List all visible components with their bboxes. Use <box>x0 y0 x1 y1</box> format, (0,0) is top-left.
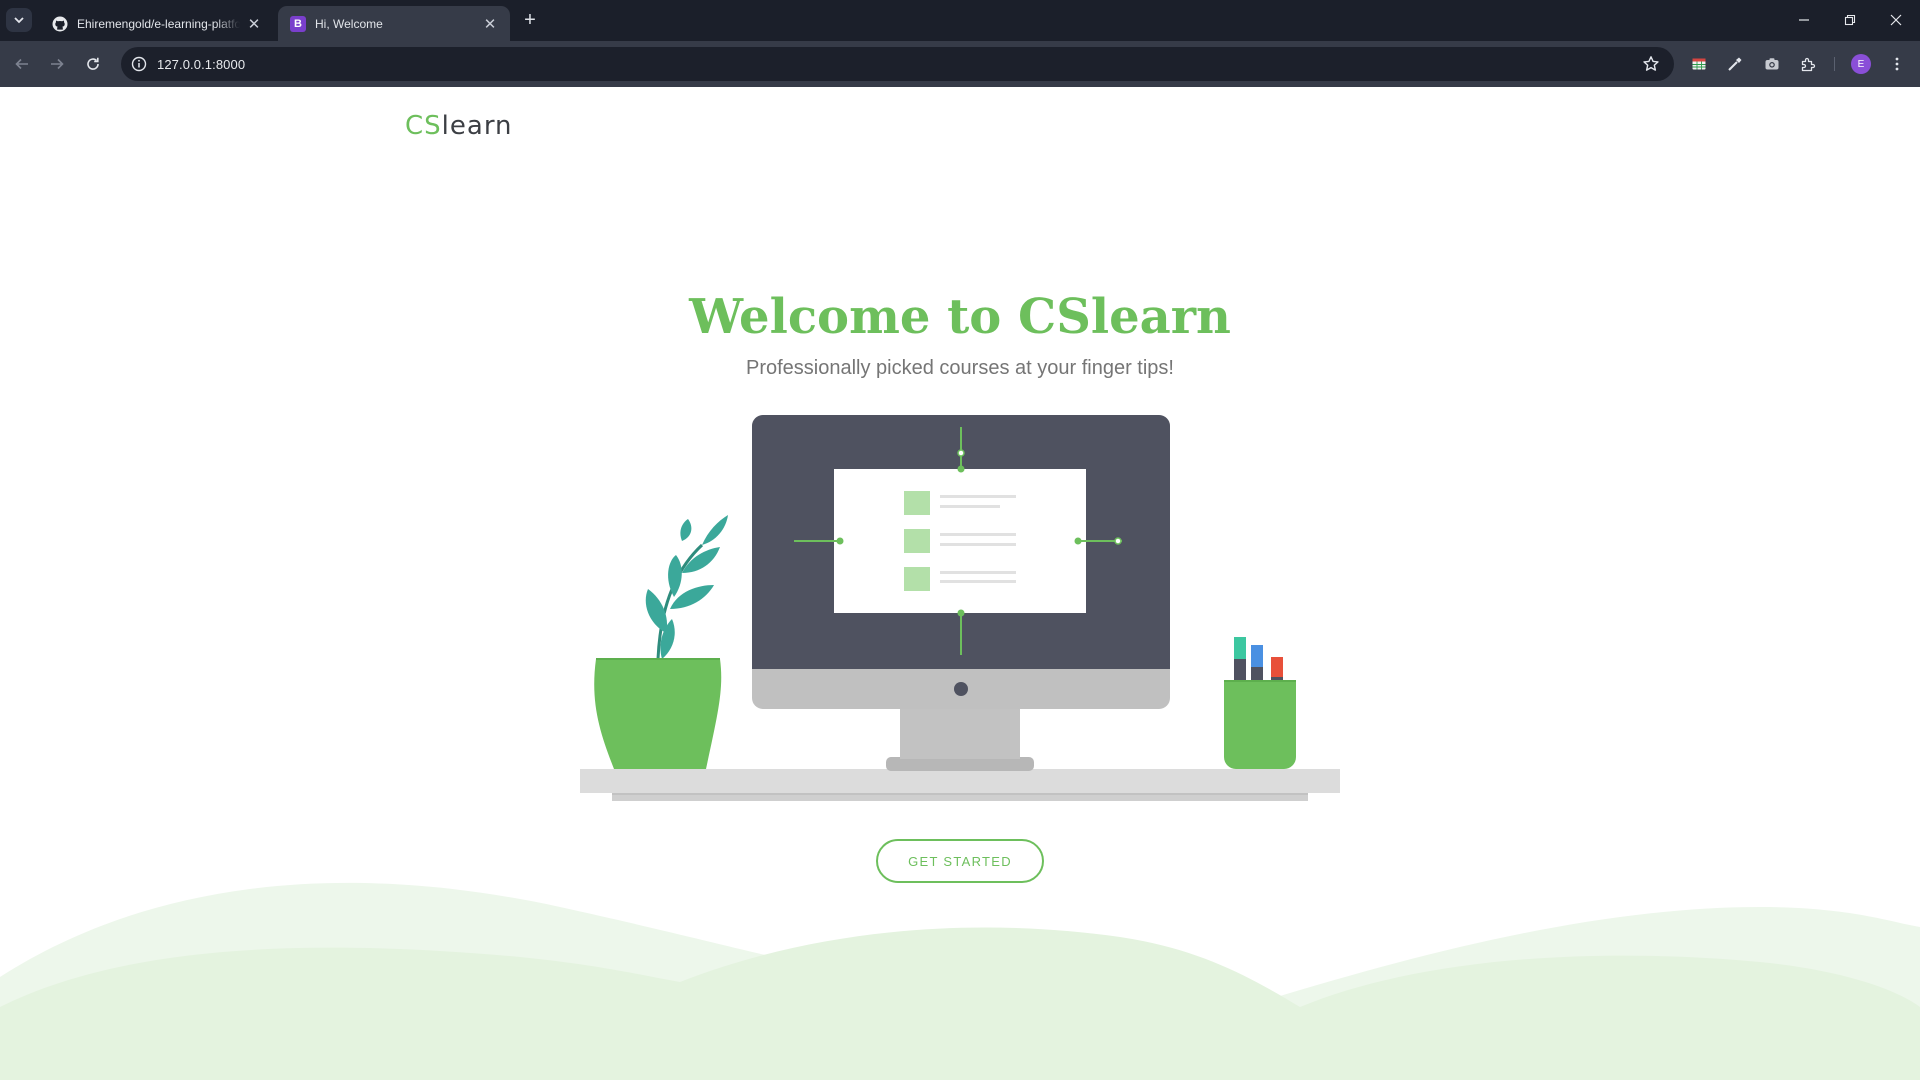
monitor-base <box>886 757 1034 771</box>
monitor-camera <box>954 682 968 696</box>
tab-github[interactable]: Ehiremengold/e-learning-platform ✕ <box>40 6 274 41</box>
profile-avatar[interactable]: E <box>1851 54 1871 74</box>
monitor-neck <box>900 707 1020 759</box>
camera-icon <box>1765 58 1779 70</box>
page-content: CSlearn Welcome to CSlearn Professionall… <box>0 87 1920 1080</box>
arrow-left-icon <box>15 58 28 70</box>
new-tab-button[interactable]: + <box>520 10 540 30</box>
plant <box>594 515 728 769</box>
minimize-icon <box>1799 19 1809 21</box>
close-icon[interactable]: ✕ <box>246 16 262 33</box>
url-text: 127.0.0.1:8000 <box>157 57 246 72</box>
kebab-menu-icon <box>1895 57 1899 71</box>
pen-holder <box>1224 637 1296 769</box>
eyedropper-icon <box>1728 57 1742 71</box>
extension-button[interactable] <box>1725 54 1745 74</box>
extension-button[interactable] <box>1689 54 1709 74</box>
chevron-down-icon <box>14 17 24 24</box>
tab-title: Hi, Welcome <box>315 16 383 31</box>
reload-button[interactable] <box>82 53 104 75</box>
restore-button[interactable] <box>1839 9 1861 31</box>
tab-welcome[interactable]: B Hi, Welcome ✕ <box>278 6 510 41</box>
hero-title: Welcome to CSlearn <box>689 289 1231 345</box>
desk <box>580 769 1340 793</box>
logo-text: learn <box>441 111 513 141</box>
minimize-button[interactable] <box>1793 9 1815 31</box>
arrow-right-icon <box>51 58 64 70</box>
tab-title: Ehiremengold/e-learning-platform <box>77 16 240 31</box>
browser-toolbar: 127.0.0.1:8000 E <box>0 41 1920 87</box>
github-icon <box>52 16 68 32</box>
close-window-button[interactable] <box>1885 9 1907 31</box>
bootstrap-icon: B <box>290 15 306 32</box>
puzzle-icon <box>1801 57 1816 72</box>
background-waves <box>0 882 1920 1080</box>
tab-strip: Ehiremengold/e-learning-platform ✕ B Hi,… <box>0 0 1920 41</box>
toolbar-divider <box>1834 57 1835 71</box>
get-started-button[interactable]: GET STARTED <box>876 839 1044 883</box>
close-icon[interactable]: ✕ <box>482 16 498 33</box>
hero-subtitle: Professionally picked courses at your fi… <box>746 357 1174 379</box>
desk-illustration <box>580 415 1340 801</box>
screen-panel <box>834 469 1086 613</box>
reload-icon <box>87 57 99 70</box>
site-info-icon[interactable] <box>131 56 147 72</box>
back-button[interactable] <box>11 53 33 75</box>
bookmark-star-icon[interactable] <box>1642 55 1660 73</box>
restore-icon <box>1844 14 1856 26</box>
browser-menu-button[interactable] <box>1887 54 1907 74</box>
address-bar[interactable]: 127.0.0.1:8000 <box>121 47 1674 81</box>
logo-accent: CS <box>405 111 442 141</box>
forward-button[interactable] <box>46 53 68 75</box>
extension-button[interactable] <box>1762 54 1782 74</box>
tab-search-button[interactable] <box>6 8 32 32</box>
spreadsheet-icon <box>1692 58 1706 70</box>
extensions-button[interactable] <box>1798 54 1818 74</box>
close-icon <box>1890 14 1902 26</box>
site-logo[interactable]: CSlearn <box>405 111 513 141</box>
